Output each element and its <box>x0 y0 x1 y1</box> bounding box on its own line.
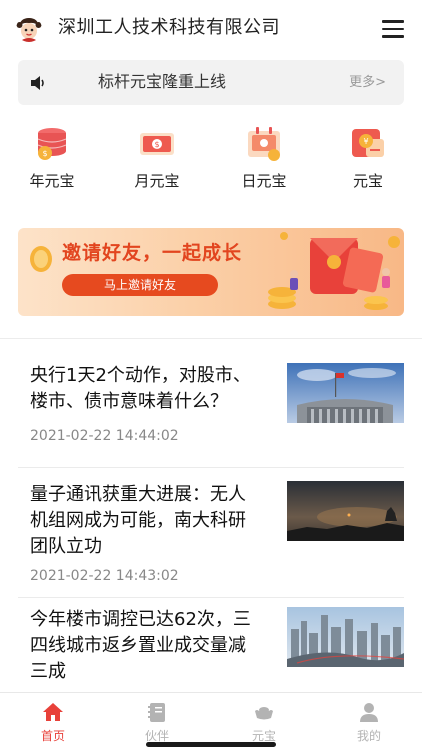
section-divider <box>0 338 422 339</box>
speaker-icon <box>29 74 47 92</box>
notice-text: 标杆元宝隆重上线 <box>98 72 227 91</box>
news-title: 今年楼市调控已达62次，三四线城市返乡置业成交量减三成 <box>30 609 251 682</box>
notebook-icon <box>146 701 168 723</box>
calendar-coin-icon <box>244 125 284 163</box>
more-link[interactable]: 更多> <box>349 74 386 92</box>
tab-home[interactable]: 首页 <box>18 701 88 744</box>
tab-label: 我的 <box>356 729 381 743</box>
news-time: 2021-02-22 14:44:02 <box>30 428 179 444</box>
news-thumbnail <box>287 363 404 423</box>
user-icon <box>358 701 380 723</box>
hamburger-menu-icon[interactable] <box>382 20 404 38</box>
category-label: 元宝 <box>352 172 383 190</box>
app-header: 深圳工人技术科技有限公司 <box>0 0 422 56</box>
category-label: 日元宝 <box>241 172 287 190</box>
category-label: 年元宝 <box>29 172 75 190</box>
news-time: 2021-02-22 14:43:02 <box>30 568 179 584</box>
invite-friends-button[interactable]: 马上邀请好友 <box>62 274 218 296</box>
tab-mine[interactable]: 我的 <box>334 701 404 744</box>
category-day-coin[interactable]: 日元宝 <box>224 125 304 191</box>
home-indicator <box>146 742 276 747</box>
category-grid: $ 年元宝 $ 月元宝 日元宝 ¥ 元宝 <box>0 125 422 195</box>
svg-text:¥: ¥ <box>363 137 368 146</box>
company-name: 深圳工人技术科技有限公司 <box>58 17 280 38</box>
news-title: 量子通讯获重大进展：无人机组网成为可能，南大科研团队立功 <box>30 484 246 557</box>
news-thumbnail <box>287 481 404 541</box>
coin-stack-icon: $ <box>32 125 72 163</box>
svg-text:$: $ <box>154 140 159 149</box>
news-title: 央行1天2个动作，对股市、楼市、债市意味着什么？ <box>30 365 251 412</box>
ingot-icon <box>253 701 275 723</box>
news-separator <box>18 467 404 468</box>
coin-icon <box>30 246 52 272</box>
category-label: 月元宝 <box>134 172 180 190</box>
tab-partner[interactable]: 伙伴 <box>122 701 192 744</box>
category-year-coin[interactable]: $ 年元宝 <box>12 125 92 191</box>
news-thumbnail <box>287 607 404 667</box>
invite-banner[interactable]: 邀请好友，一起成长 马上邀请好友 <box>18 228 404 316</box>
tab-coin[interactable]: 元宝 <box>229 701 299 744</box>
wallet-coin-icon: ¥ <box>348 125 388 163</box>
red-envelope-illustration <box>268 232 400 310</box>
category-month-coin[interactable]: $ 月元宝 <box>117 125 197 191</box>
cash-icon: $ <box>137 125 177 163</box>
avatar-icon[interactable] <box>16 16 42 42</box>
category-coin[interactable]: ¥ 元宝 <box>328 125 408 191</box>
home-icon <box>42 701 64 723</box>
svg-text:$: $ <box>42 149 47 158</box>
news-separator <box>18 597 404 598</box>
banner-slogan: 邀请好友，一起成长 <box>62 242 243 264</box>
notice-bar[interactable]: 标杆元宝隆重上线 更多> <box>18 60 404 105</box>
tab-label: 首页 <box>40 729 65 743</box>
